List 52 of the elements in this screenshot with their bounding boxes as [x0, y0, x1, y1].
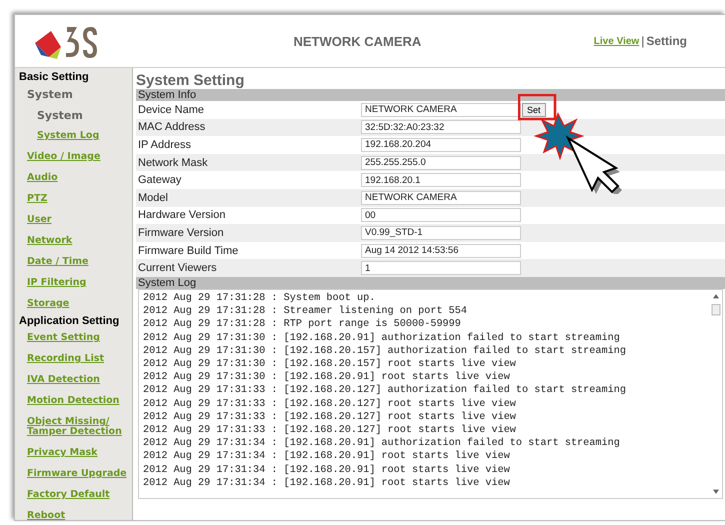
sidebar-link[interactable]: Privacy Mask [27, 443, 132, 464]
log-text: 2012 Aug 29 17:31:28 : System boot up. 2012 Aug 29 17:31:28 : Streamer listening on port 554 2012 Aug 29 17:31:28 : RTP port range is 50000-59999 2012 Aug 29 17:31:30 : [192.168.20.91] authorization failed to start streaming 2012 Aug 29 17:31:30 : [192.168.20.157] authorization failed to start streaming 2012 Aug 29 17:31:30 : [192.168.20.157] root starts live view 2012 Aug 29 17:31:30 : [192.168.20.91] root starts live view 2012 Aug 29 17:31:33 : [192.168.20.127] authorization failed to start streaming 2012 Aug 29 17:31:33 : [192.168.20.127] root starts live view 2012 Aug 29 17:31:33 : [192.168.20.127] root starts live view 2012 Aug 29 17:31:33 : [192.168.20.127] root starts live view 2012 Aug 29 17:31:34 : [192.168.20.91] authorization failed to start streaming 2012 Aug 29 17:31:34 : [192.168.20.91] root starts live view 2012 Aug 29 17:31:34 : [192.168.20.91] root starts live view 2012 Aug 29 17:31:34 : [192.168.20.91] root starts live view [142, 292, 627, 491]
sidebar-link[interactable]: Audio [27, 168, 132, 189]
input-field[interactable]: 192.168.20.204 [361, 138, 521, 152]
page-title: System Setting [136, 73, 246, 89]
field-label: Firmware Version [137, 226, 225, 239]
log-box[interactable] [138, 288, 723, 499]
field-label: MAC Address [137, 121, 206, 134]
sidebar-link[interactable]: PTZ [27, 189, 132, 210]
sidebar-link[interactable]: Factory Default [27, 485, 132, 506]
sidebar-section-title: Basic Setting [19, 71, 90, 84]
separator-text: | [641, 34, 644, 48]
field-label: Gateway [137, 174, 182, 186]
sidebar-link[interactable]: Recording List [27, 349, 132, 370]
sidebar-link[interactable]: IVA Detection [27, 370, 132, 391]
input-field[interactable]: NETWORK CAMERA [361, 102, 521, 117]
input-field[interactable]: NETWORK CAMERA [361, 190, 521, 205]
field-label: Current Viewers [137, 262, 218, 274]
input-field[interactable]: 32:5D:32:A0:23:32 [361, 120, 521, 134]
input-field[interactable]: Aug 14 2012 14:53:56 [361, 244, 521, 258]
field-label: Firmware Build Time [137, 244, 240, 257]
sidebar-link[interactable]: Motion Detection [27, 391, 132, 412]
section-header: System Info [136, 89, 725, 101]
field-label: Device Name [137, 104, 206, 116]
sidebar-link[interactable]: User [27, 210, 132, 231]
input-field[interactable]: V0.99_STD-1 [361, 226, 521, 240]
sidebar-link[interactable]: IP Filtering [27, 273, 132, 294]
field-label: Model [137, 192, 169, 204]
sidebar-link[interactable]: Network [27, 231, 132, 252]
input-field[interactable]: 192.168.20.1 [361, 173, 521, 188]
header-title: NETWORK CAMERA [292, 34, 422, 48]
sidebar-link[interactable]: System Log [37, 126, 132, 147]
sidebar-link[interactable]: System [27, 84, 132, 105]
input-field[interactable]: 255.255.255.0 [361, 156, 521, 170]
input-field[interactable]: 1 [361, 261, 521, 276]
field-label: Network Mask [137, 156, 209, 169]
sidebar-link[interactable]: Date / Time [27, 252, 132, 273]
field-label: IP Address [137, 138, 192, 151]
input-field[interactable]: 00 [361, 208, 521, 222]
sidebar-link[interactable]: Firmware Upgrade [27, 464, 132, 485]
sidebar-link[interactable]: Video / Image [27, 147, 132, 168]
sidebar-link[interactable]: Event Setting [27, 328, 132, 349]
sidebar-link[interactable]: Object Missing/ Tamper Detection [27, 412, 132, 443]
nav-link[interactable]: Live View [594, 36, 640, 46]
sidebar-link[interactable]: Storage [27, 294, 132, 315]
set-button[interactable]: Set [522, 102, 546, 117]
nav-link[interactable]: Setting [646, 34, 687, 48]
section-header: System Log [136, 276, 725, 289]
sidebar-link[interactable]: Reboot [27, 506, 132, 525]
sidebar-section-title: Application Setting [19, 315, 120, 328]
field-label: Hardware Version [137, 209, 226, 222]
sidebar-link[interactable]: System [37, 105, 132, 126]
